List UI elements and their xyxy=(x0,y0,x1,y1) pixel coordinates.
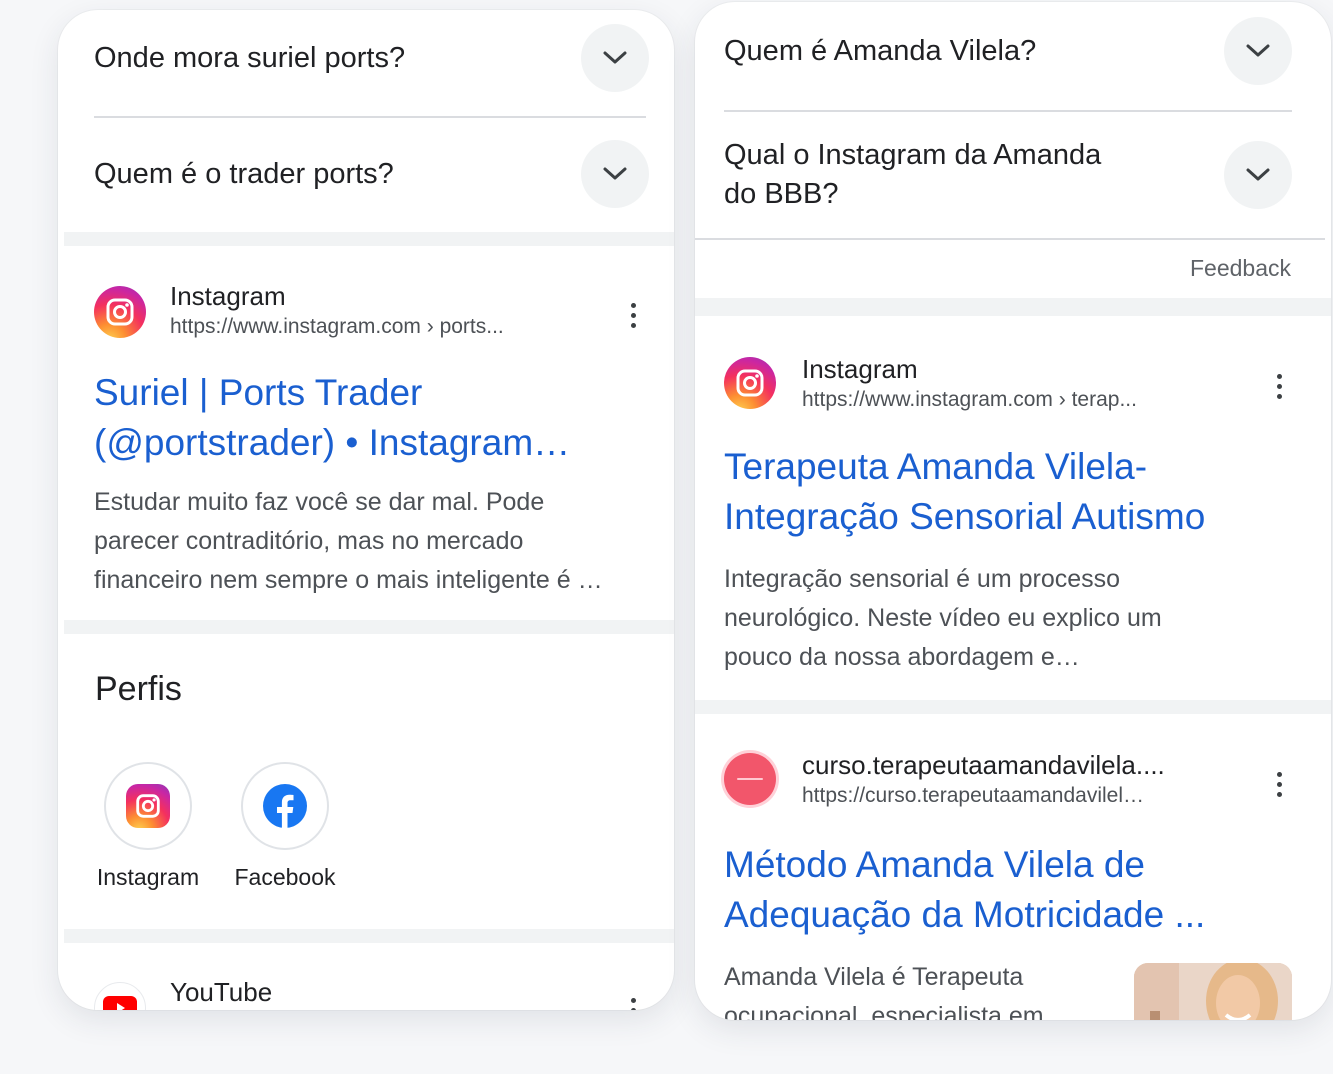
chevron-down-icon xyxy=(603,167,627,180)
youtube-icon xyxy=(103,996,137,1010)
feedback-link[interactable]: Feedback xyxy=(1190,255,1291,282)
result-source[interactable]: Instagram https://www.instagram.com › po… xyxy=(94,280,504,342)
facebook-icon xyxy=(263,784,307,828)
site-favicon xyxy=(724,753,776,805)
expand-button[interactable] xyxy=(581,140,649,208)
expand-button[interactable] xyxy=(1224,141,1292,209)
profile-label: Instagram xyxy=(96,864,200,890)
instagram-icon xyxy=(736,369,764,397)
result-title-line: Adequação da Motricidade ... xyxy=(724,894,1206,935)
more-options-icon[interactable] xyxy=(621,295,645,335)
more-options-icon[interactable] xyxy=(1267,366,1291,406)
section-separator xyxy=(695,700,1331,714)
result-snippet: Estudar muito faz você se dar mal. Pode … xyxy=(94,483,603,600)
logo-icon xyxy=(737,778,763,780)
chevron-down-icon xyxy=(1246,168,1270,181)
snippet-line: ocupacional, especialista em xyxy=(724,1002,1044,1020)
divider xyxy=(695,238,1325,240)
youtube-favicon xyxy=(94,982,146,1010)
left-phone-panel: Onde mora suriel ports? Quem é o trader … xyxy=(58,10,674,1010)
right-phone-panel: Quem é Amanda Vilela? Qual o Instagram d… xyxy=(695,2,1331,1020)
divider xyxy=(94,116,646,118)
result-source[interactable]: Instagram https://www.instagram.com › te… xyxy=(724,353,1137,415)
faq-question: Quem é o trader ports? xyxy=(94,157,394,190)
result-title-link[interactable]: Terapeuta Amanda Vilela- Integração Sens… xyxy=(724,442,1205,542)
snippet-line: parecer contraditório, mas no mercado xyxy=(94,527,524,555)
site-name: Instagram xyxy=(802,354,918,384)
faq-item[interactable]: Quem é o trader ports? xyxy=(94,138,649,210)
faq-item[interactable]: Qual o Instagram da Amanda do BBB? xyxy=(724,134,1292,216)
section-separator xyxy=(64,929,674,943)
chevron-down-icon xyxy=(603,51,627,64)
chevron-down-icon xyxy=(1246,44,1270,57)
result-source[interactable]: curso.terapeutaamandavilela.... https://… xyxy=(724,749,1165,811)
profile-icon-circle xyxy=(104,762,192,850)
instagram-icon xyxy=(106,298,134,326)
site-url: https://curso.terapeutaamandavilel… xyxy=(802,784,1145,807)
expand-button[interactable] xyxy=(1224,17,1292,85)
result-snippet: Integração sensorial é um processo neuro… xyxy=(724,560,1162,677)
result-title-link[interactable]: Método Amanda Vilela de Adequação da Mot… xyxy=(724,840,1205,940)
result-title-line: Suriel | Ports Trader xyxy=(94,372,423,413)
instagram-favicon xyxy=(94,286,146,338)
result-thumbnail[interactable] xyxy=(1134,963,1292,1020)
result-source[interactable]: YouTube xyxy=(94,976,272,1010)
faq-question: Quem é Amanda Vilela? xyxy=(724,34,1037,67)
result-title-line: (@portstrader) • Instagram… xyxy=(94,422,571,463)
faq-item[interactable]: Onde mora suriel ports? xyxy=(94,22,649,94)
profile-instagram[interactable]: Instagram xyxy=(88,762,208,891)
snippet-line: neurológico. Neste vídeo eu explico um xyxy=(724,604,1162,632)
site-url: https://www.instagram.com › ports... xyxy=(170,315,504,338)
profiles-heading: Perfis xyxy=(95,670,182,708)
snippet-line: Estudar muito faz você se dar mal. Pode xyxy=(94,488,545,516)
divider xyxy=(724,110,1292,112)
person-photo-icon xyxy=(1134,963,1292,1020)
snippet-line: Amanda Vilela é Terapeuta xyxy=(724,963,1024,991)
faq-item[interactable]: Quem é Amanda Vilela? xyxy=(724,16,1292,86)
snippet-line: financeiro nem sempre o mais inteligente… xyxy=(94,566,603,594)
instagram-favicon xyxy=(724,357,776,409)
result-title-line: Integração Sensorial Autismo xyxy=(724,496,1206,537)
site-name: YouTube xyxy=(170,977,273,1007)
site-name: curso.terapeutaamandavilela.... xyxy=(802,750,1165,780)
profile-label: Facebook xyxy=(234,864,336,890)
snippet-line: Integração sensorial é um processo xyxy=(724,565,1121,593)
expand-button[interactable] xyxy=(581,24,649,92)
result-snippet: Amanda Vilela é Terapeuta ocupacional, e… xyxy=(724,958,1044,1020)
result-title-line: Método Amanda Vilela de xyxy=(724,844,1146,885)
section-separator xyxy=(64,620,674,634)
more-options-icon[interactable] xyxy=(621,990,645,1010)
more-options-icon[interactable] xyxy=(1267,764,1291,804)
profile-facebook[interactable]: Facebook xyxy=(225,762,345,891)
instagram-icon xyxy=(126,784,170,828)
result-title-link[interactable]: Suriel | Ports Trader (@portstrader) • I… xyxy=(94,368,570,468)
profile-icon-circle xyxy=(241,762,329,850)
site-name: Instagram xyxy=(170,281,286,311)
faq-question-line: Qual o Instagram da Amanda xyxy=(724,139,1102,171)
section-separator xyxy=(64,232,674,246)
faq-question: Qual o Instagram da Amanda do BBB? xyxy=(724,136,1101,214)
result-title-line: Terapeuta Amanda Vilela- xyxy=(724,446,1148,487)
section-separator xyxy=(695,298,1331,316)
faq-question: Onde mora suriel ports? xyxy=(94,41,406,74)
snippet-line: pouco da nossa abordagem e… xyxy=(724,643,1080,671)
site-url: https://www.instagram.com › terap... xyxy=(802,388,1137,411)
faq-question-line: do BBB? xyxy=(724,178,839,210)
